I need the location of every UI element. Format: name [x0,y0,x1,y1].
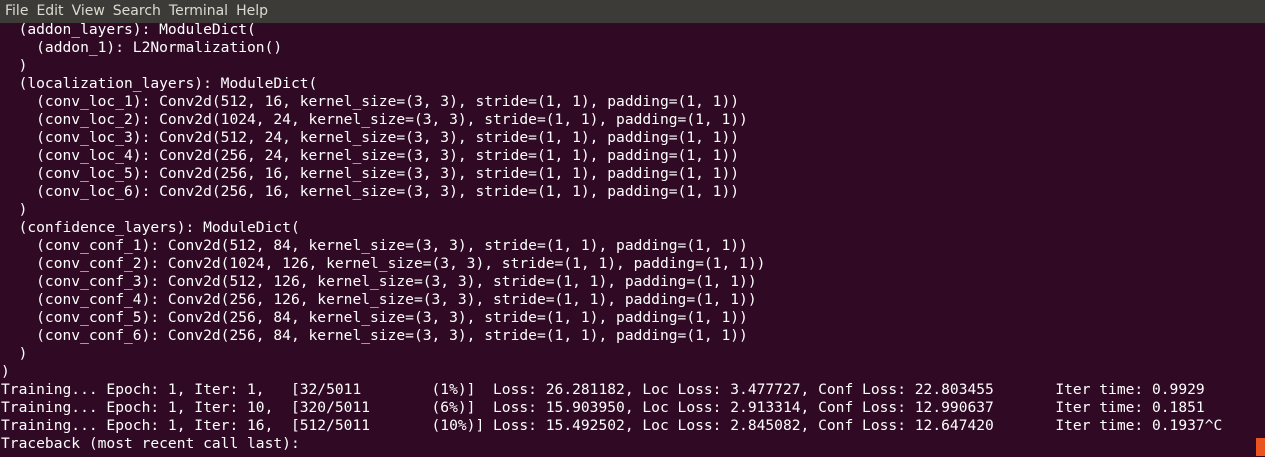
terminal-line: ) [1,363,10,380]
terminal-line: (conv_loc_2): Conv2d(1024, 24, kernel_si… [1,111,748,128]
terminal-line: (conv_conf_6): Conv2d(256, 84, kernel_si… [1,327,748,344]
terminal-line: ) [1,57,28,74]
menu-file[interactable]: File [5,0,28,23]
terminal-output[interactable]: (addon_layers): ModuleDict( (addon_1): L… [0,21,1265,457]
menu-view[interactable]: View [72,0,105,23]
terminal-line: (conv_loc_4): Conv2d(256, 24, kernel_siz… [1,147,740,164]
terminal-line: (addon_1): L2Normalization() [1,39,283,56]
terminal-line: (conv_conf_1): Conv2d(512, 84, kernel_si… [1,237,748,254]
menu-search[interactable]: Search [113,0,161,23]
terminal-line: ) [1,201,28,218]
terminal-line: ) [1,345,28,362]
terminal-line: (conv_conf_5): Conv2d(256, 84, kernel_si… [1,309,748,326]
terminal-line: Traceback (most recent call last): [1,435,300,452]
menu-help[interactable]: Help [236,0,268,23]
terminal-line: Training... Epoch: 1, Iter: 1, [32/5011 … [1,381,1205,398]
terminal-cursor [1256,438,1265,456]
menu-edit[interactable]: Edit [36,0,63,23]
terminal-line: (conv_conf_4): Conv2d(256, 126, kernel_s… [1,291,757,308]
terminal-line: (conv_conf_3): Conv2d(512, 126, kernel_s… [1,273,757,290]
terminal-line: (confidence_layers): ModuleDict( [1,219,300,236]
terminal-window: File Edit View Search Terminal Help (add… [0,0,1265,457]
terminal-line: Training... Epoch: 1, Iter: 16, [512/501… [1,417,1223,434]
terminal-line: (conv_loc_1): Conv2d(512, 16, kernel_siz… [1,93,740,110]
terminal-line: (addon_layers): ModuleDict( [1,21,256,38]
terminal-line: (conv_loc_5): Conv2d(256, 16, kernel_siz… [1,165,740,182]
terminal-line: (conv_loc_3): Conv2d(512, 24, kernel_siz… [1,129,740,146]
menu-terminal[interactable]: Terminal [169,0,228,23]
terminal-line: (localization_layers): ModuleDict( [1,75,318,92]
menubar: File Edit View Search Terminal Help [0,0,1265,23]
terminal-line: (conv_conf_2): Conv2d(1024, 126, kernel_… [1,255,766,272]
terminal-line: (conv_loc_6): Conv2d(256, 16, kernel_siz… [1,183,740,200]
terminal-line: Training... Epoch: 1, Iter: 10, [320/501… [1,399,1205,416]
